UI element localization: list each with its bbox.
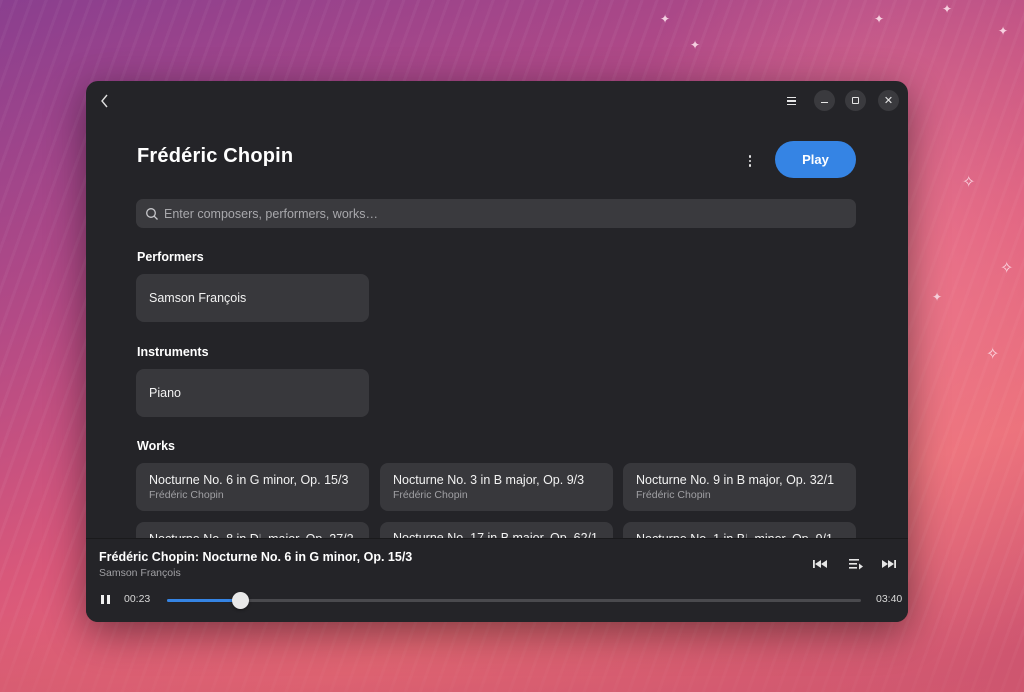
work-composer: Frédéric Chopin (149, 489, 224, 501)
search-icon (146, 207, 158, 220)
maximize-button[interactable] (845, 90, 866, 111)
work-title: Nocturne No. 9 in B major, Op. 32/1 (636, 473, 835, 487)
now-playing-artist: Samson François (99, 567, 181, 579)
sparkle-icon: ✦ (690, 38, 701, 52)
app-window: ✕ Frédéric Chopin Play Performers Samson… (86, 81, 908, 622)
back-button[interactable] (96, 89, 114, 113)
hamburger-menu-icon (786, 96, 796, 99)
play-button[interactable]: Play (775, 141, 856, 178)
total-time: 03:40 (876, 593, 903, 605)
pause-button[interactable] (98, 592, 112, 606)
minimize-icon (821, 101, 828, 104)
work-card[interactable]: Nocturne No. 9 in B major, Op. 32/1 Fréd… (623, 463, 856, 511)
header-bar: ✕ (86, 81, 908, 121)
seek-bar[interactable] (167, 592, 861, 609)
more-vertical-dot (748, 159, 752, 163)
queue-icon (849, 559, 863, 570)
butterfly-icon: ✧ (1000, 258, 1014, 277)
pause-icon-bar (106, 594, 110, 604)
performer-card[interactable]: Samson François (136, 274, 369, 322)
seek-bar-fill (167, 599, 240, 602)
close-icon: ✕ (883, 94, 894, 107)
sparkle-icon: ✦ (874, 12, 885, 26)
performers-heading: Performers (137, 250, 204, 264)
now-playing-title: Frédéric Chopin: Nocturne No. 6 in G min… (99, 550, 413, 564)
next-track-button[interactable] (879, 556, 899, 572)
sparkle-icon: ✦ (660, 12, 671, 26)
performer-name: Samson François (149, 291, 247, 305)
butterfly-icon: ✧ (962, 172, 976, 191)
works-heading: Works (137, 439, 175, 453)
more-vertical-icon (748, 155, 752, 158)
seek-handle[interactable] (231, 592, 249, 609)
work-title: Nocturne No. 6 in G minor, Op. 15/3 (149, 473, 349, 487)
minimize-button[interactable] (814, 90, 835, 111)
sparkle-icon: ✦ (942, 2, 953, 16)
hamburger-line (786, 103, 796, 106)
sparkle-icon: ✦ (998, 24, 1009, 38)
search-bar[interactable] (136, 199, 856, 228)
queue-button[interactable] (846, 556, 866, 572)
skip-previous-icon (813, 560, 827, 568)
instruments-heading: Instruments (137, 345, 209, 359)
back-chevron-icon (101, 94, 108, 108)
wallpaper-ground (0, 612, 1024, 692)
instrument-name: Piano (149, 386, 181, 400)
page-title: Frédéric Chopin (137, 145, 294, 167)
instrument-card[interactable]: Piano (136, 369, 369, 417)
close-button[interactable]: ✕ (878, 90, 899, 111)
elapsed-time: 00:23 (124, 593, 151, 605)
more-vertical-dot (748, 164, 752, 167)
work-card[interactable]: Nocturne No. 3 in B major, Op. 9/3 Frédé… (380, 463, 613, 511)
work-title: Nocturne No. 3 in B major, Op. 9/3 (393, 473, 585, 487)
hamburger-line (786, 100, 796, 102)
more-options-button[interactable] (740, 151, 760, 171)
skip-next-icon (882, 560, 896, 568)
butterfly-icon: ✧ (986, 344, 1000, 363)
previous-track-button[interactable] (810, 556, 830, 572)
search-input[interactable] (164, 206, 824, 221)
work-composer: Frédéric Chopin (393, 489, 468, 501)
sparkle-icon: ✦ (932, 290, 943, 304)
maximize-icon (852, 97, 859, 104)
work-card[interactable]: Nocturne No. 6 in G minor, Op. 15/3 Fréd… (136, 463, 369, 511)
work-composer: Frédéric Chopin (636, 489, 711, 501)
main-menu-button[interactable] (780, 90, 802, 112)
pause-icon (100, 594, 104, 604)
player-bar: Frédéric Chopin: Nocturne No. 6 in G min… (86, 538, 908, 622)
